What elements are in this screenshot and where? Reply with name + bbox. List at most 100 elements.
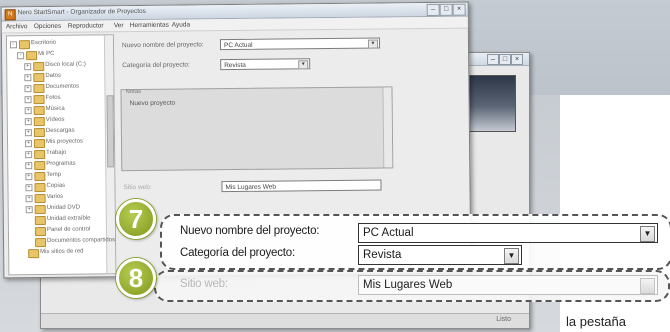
notes-group-title: Notas xyxy=(125,88,142,96)
folder-icon xyxy=(34,171,46,182)
folder-icon xyxy=(33,117,45,127)
menu-item-options[interactable]: Opciones xyxy=(34,23,62,30)
expand-icon[interactable]: + xyxy=(25,162,33,170)
expand-icon[interactable]: + xyxy=(25,151,33,159)
callout-project-category-select[interactable]: Revista ▼ xyxy=(358,245,522,265)
tree-item-label: Disco local (C:) xyxy=(45,61,86,68)
folder-icon xyxy=(18,40,31,50)
scrollbar-thumb[interactable] xyxy=(106,95,115,168)
folder-icon xyxy=(34,204,46,215)
chevron-down-icon[interactable]: ▼ xyxy=(640,226,655,242)
folder-icon xyxy=(35,237,47,248)
menu-item-file[interactable]: Archivo xyxy=(6,23,28,30)
expand-icon[interactable]: + xyxy=(24,129,32,137)
callout-website-label: Sitio web: xyxy=(180,278,228,290)
callout-project-name-input[interactable]: PC Actual ▼ xyxy=(358,223,658,243)
project-category-label: Categoría del proyecto: xyxy=(122,61,190,70)
folder-icon xyxy=(34,215,46,226)
callout-project-name-label: Nuevo nombre del proyecto: xyxy=(180,225,320,237)
folder-icon xyxy=(34,193,46,204)
tree-item-label: Música xyxy=(45,105,65,112)
tree-item-label: Unidad extraíble xyxy=(46,215,91,222)
website-label: Sitio web: xyxy=(123,183,152,192)
folder-icon xyxy=(33,128,45,138)
notes-text: Nuevo proyecto xyxy=(129,99,176,108)
ellipsis-button-icon[interactable] xyxy=(640,278,655,294)
project-category-select[interactable]: Revista ▼ xyxy=(220,58,311,71)
callout-website-value: Mis Lugares Web xyxy=(363,279,453,291)
collapse-icon[interactable]: - xyxy=(9,41,18,49)
project-name-input[interactable]: PC Actual ▼ xyxy=(219,37,381,51)
expand-icon[interactable]: + xyxy=(24,85,32,93)
caption-text: la pestaña xyxy=(566,314,626,329)
app-icon: N xyxy=(4,9,16,21)
expand-icon[interactable]: + xyxy=(24,74,32,82)
chevron-down-icon[interactable]: ▼ xyxy=(367,39,379,49)
chevron-down-icon[interactable]: ▼ xyxy=(298,60,309,70)
folder-icon xyxy=(34,182,46,193)
close-icon[interactable]: × xyxy=(452,3,466,16)
callout-project-name-value: PC Actual xyxy=(363,227,414,239)
callout-website-input[interactable]: Mis Lugares Web xyxy=(358,275,658,295)
tree-item-label: Trabajo xyxy=(46,149,67,156)
chevron-down-icon[interactable]: ▼ xyxy=(504,248,519,264)
folder-icon xyxy=(34,160,46,171)
tree-item-label: Mi PC xyxy=(38,50,55,58)
folder-icon xyxy=(33,73,45,83)
folder-icon xyxy=(34,226,46,237)
website-input[interactable]: Mis Lugares Web xyxy=(221,179,382,193)
folder-icon xyxy=(33,139,46,149)
tree-item-label: Descargas xyxy=(45,127,75,134)
folder-icon xyxy=(34,149,46,160)
maximize-icon[interactable]: □ xyxy=(439,3,453,16)
project-name-value: PC Actual xyxy=(223,41,253,50)
tree-item-label: Unidad DVD xyxy=(46,204,81,211)
tree-item-label: Documentos compartidos xyxy=(47,237,116,244)
minimize-icon[interactable]: – xyxy=(487,54,499,65)
expand-icon[interactable]: + xyxy=(25,195,33,203)
expand-icon[interactable]: + xyxy=(24,96,32,104)
tree-item-label: Copias xyxy=(46,182,66,189)
window-title: Nero StartSmart - Organizador de Proyect… xyxy=(17,7,146,17)
expand-icon[interactable]: + xyxy=(25,173,33,181)
tree-item-label: Programas xyxy=(46,160,76,167)
folder-icon xyxy=(33,84,45,94)
expand-icon[interactable]: + xyxy=(25,184,33,192)
expand-icon[interactable]: + xyxy=(24,107,32,115)
maximize-icon[interactable]: □ xyxy=(499,54,511,65)
expand-icon[interactable]: + xyxy=(24,118,32,126)
callout-project-category-label: Categoría del proyecto: xyxy=(180,247,295,259)
folder-icon xyxy=(33,95,45,105)
status-text: Listo xyxy=(496,316,511,323)
folder-tree[interactable]: - Escritorio - Mi PC + Disco local (C:) + Datos… xyxy=(5,34,117,276)
menu-item-player[interactable]: Reproductor xyxy=(68,22,104,29)
tree-item-label: Mis proyectos xyxy=(45,138,84,145)
notes-scrollbar[interactable] xyxy=(382,87,393,168)
menu-item-tools[interactable]: Herramientas xyxy=(130,22,169,29)
tree-item-label: Datos xyxy=(45,72,62,79)
tree-item-label: Documentos xyxy=(45,83,80,90)
project-category-value: Revista xyxy=(224,61,246,70)
menu-item-view[interactable]: Ver xyxy=(114,22,124,29)
tree-item-label: Varios xyxy=(46,193,64,200)
folder-icon xyxy=(33,106,45,116)
collapse-icon[interactable]: - xyxy=(17,52,25,60)
close-icon[interactable]: × xyxy=(511,54,523,65)
tree-item-label: Mis sitios de red xyxy=(40,248,84,256)
expand-icon[interactable]: + xyxy=(25,206,33,214)
status-bar: Listo xyxy=(41,313,529,328)
tree-item-label: Escritorio xyxy=(30,39,57,47)
project-name-label: Nuevo nombre del proyecto: xyxy=(121,41,204,50)
notes-group[interactable]: Notas Nuevo proyecto xyxy=(120,86,394,172)
menu-item-help[interactable]: Ayuda xyxy=(172,21,190,28)
website-value: Mis Lugares Web xyxy=(225,183,277,192)
preview-thumbnail xyxy=(468,75,516,132)
minimize-icon[interactable]: – xyxy=(426,3,440,16)
tree-item-label: Panel de control xyxy=(46,226,91,233)
folder-icon xyxy=(33,62,45,72)
expand-icon[interactable]: + xyxy=(24,140,33,148)
expand-icon[interactable]: + xyxy=(24,63,32,71)
callout-step-8: Sitio web: Mis Lugares Web xyxy=(154,270,670,302)
step-8-badge: 8 xyxy=(116,258,156,298)
folder-icon xyxy=(28,249,40,259)
